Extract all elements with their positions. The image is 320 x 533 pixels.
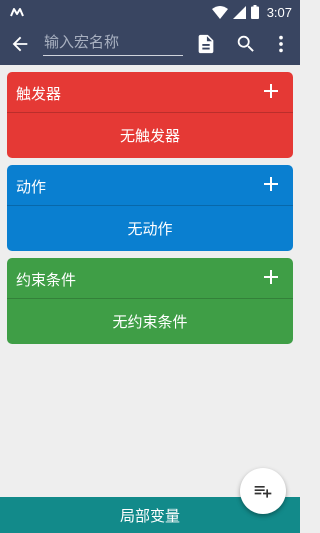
constraints-empty-text[interactable]: 无约束条件: [7, 299, 293, 344]
constraints-title: 约束条件: [16, 271, 77, 289]
toolbar: [0, 24, 300, 65]
playlist-add-icon: [254, 486, 272, 498]
back-arrow-icon[interactable]: [9, 33, 31, 55]
macro-name-input[interactable]: [43, 30, 183, 56]
constraints-header: 约束条件: [7, 258, 293, 298]
more-vert-icon[interactable]: [270, 33, 292, 55]
triggers-empty-text[interactable]: 无触发器: [7, 113, 293, 158]
wifi-icon: [211, 5, 228, 19]
actions-empty-text[interactable]: 无动作: [7, 206, 293, 251]
triggers-card: 触发器 无触发器: [7, 72, 293, 158]
cellular-signal-icon: [232, 5, 246, 19]
add-action-plus-icon[interactable]: [261, 174, 281, 194]
add-trigger-plus-icon[interactable]: [261, 81, 281, 101]
add-constraint-plus-icon[interactable]: [261, 267, 281, 287]
fab-button[interactable]: [240, 468, 286, 514]
status-time: 3:07: [266, 4, 292, 20]
triggers-title: 触发器: [16, 85, 62, 103]
search-icon[interactable]: [235, 33, 257, 55]
actions-title: 动作: [16, 178, 47, 196]
battery-icon: [250, 5, 259, 19]
app-notification-icon: [10, 8, 24, 17]
constraints-card: 约束条件 无约束条件: [7, 258, 293, 344]
document-icon[interactable]: [195, 33, 217, 55]
triggers-header: 触发器: [7, 72, 293, 112]
actions-header: 动作: [7, 165, 293, 205]
actions-card: 动作 无动作: [7, 165, 293, 251]
status-bar: 3:07: [0, 0, 300, 24]
